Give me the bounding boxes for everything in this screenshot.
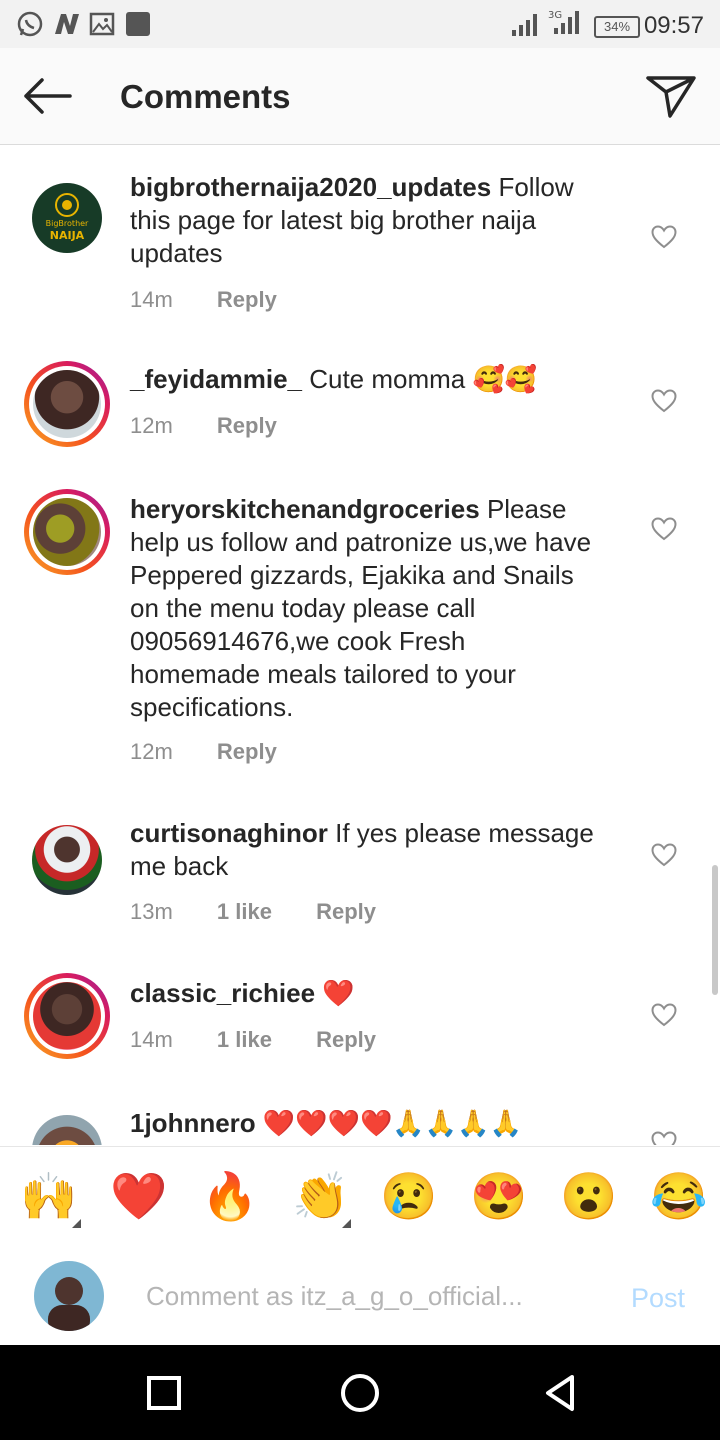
comment-meta: 12m Reply [130, 739, 315, 765]
recent-apps-icon[interactable] [146, 1375, 182, 1411]
reply-button[interactable]: Reply [316, 1027, 376, 1052]
comment-text: 1johnnero ❤️❤️❤️❤️🙏🙏🙏🙏 [130, 1107, 610, 1140]
heart-icon[interactable] [651, 1131, 677, 1145]
post-button[interactable]: Post [631, 1283, 685, 1314]
battery-indicator: 34% [594, 16, 640, 38]
emoji-red-heart[interactable]: ❤️ [110, 1169, 167, 1223]
comment-username[interactable]: 1johnnero [130, 1108, 256, 1138]
reply-button[interactable]: Reply [217, 413, 277, 438]
comment-body: ❤️❤️❤️❤️🙏🙏🙏🙏 [262, 1108, 522, 1138]
comment-meta: 14m 1 like Reply [130, 1027, 414, 1053]
emoji-surprised-face[interactable]: 😮 [560, 1169, 617, 1223]
scrollbar[interactable] [712, 865, 718, 995]
comment-time: 14m [130, 287, 173, 312]
emoji-heart-eyes[interactable]: 😍 [470, 1169, 527, 1223]
svg-text:BigBrother: BigBrother [46, 219, 89, 228]
status-time: 09:57 [643, 12, 704, 39]
comment-composer: Post [0, 1245, 720, 1345]
comment-input[interactable] [144, 1275, 568, 1317]
avatar[interactable] [24, 817, 110, 903]
reply-button[interactable]: Reply [217, 287, 277, 312]
comment-username[interactable]: bigbrothernaija2020_updates [130, 172, 491, 202]
comments-list[interactable]: BigBrother NAIJA bigbrothernaija2020_upd… [0, 145, 720, 1145]
comment-username[interactable]: heryorskitchenandgroceries [130, 494, 480, 524]
comment-text: heryorskitchenandgroceries Please help u… [130, 493, 600, 724]
avatar[interactable]: BigBrother NAIJA [24, 175, 110, 261]
skin-tone-indicator-icon [72, 1219, 81, 1228]
avatar[interactable] [24, 489, 110, 575]
comment-username[interactable]: curtisonaghinor [130, 818, 328, 848]
avatar[interactable] [24, 1107, 110, 1145]
status-bar: 3G 34% 09:57 [0, 0, 720, 48]
comment-text: bigbrothernaija2020_updates Follow this … [130, 171, 600, 270]
reply-button[interactable]: Reply [316, 899, 376, 924]
back-icon[interactable] [542, 1373, 578, 1413]
heart-icon[interactable] [651, 1003, 677, 1027]
n-app-icon [55, 14, 79, 34]
comment-time: 14m [130, 1027, 173, 1052]
signal-icon [512, 14, 537, 36]
comment-meta: 13m 1 like Reply [130, 899, 414, 925]
heart-icon[interactable] [651, 843, 677, 867]
comment-body: Please help us follow and patronize us,w… [130, 494, 592, 722]
comment-meta: 12m Reply [130, 413, 315, 439]
likes-count[interactable]: 1 like [217, 1027, 272, 1052]
svg-text:3G: 3G [548, 10, 562, 21]
comment-meta: 14m Reply [130, 287, 315, 313]
emoji-crying-face[interactable]: 😢 [380, 1169, 437, 1223]
comment-time: 13m [130, 899, 173, 924]
reply-button[interactable]: Reply [217, 739, 277, 764]
heart-icon[interactable] [651, 225, 677, 249]
my-avatar[interactable] [34, 1261, 104, 1331]
emoji-tears-of-joy[interactable]: 😂 [650, 1169, 707, 1223]
gallery-icon [89, 12, 115, 36]
home-icon[interactable] [340, 1373, 380, 1413]
comment-time: 12m [130, 739, 173, 764]
big-brother-naija-logo: BigBrother NAIJA [46, 193, 89, 242]
heart-icon[interactable] [651, 517, 677, 541]
likes-count[interactable]: 1 like [217, 899, 272, 924]
header: Comments [0, 48, 720, 145]
comment-text: _feyidammie_ Cute momma 🥰🥰 [130, 363, 600, 396]
avatar[interactable] [24, 361, 110, 447]
signal-3g-icon: 3G [548, 10, 579, 34]
comment-username[interactable]: classic_richiee [130, 978, 315, 1008]
skin-tone-indicator-icon [342, 1219, 351, 1228]
comment-text: classic_richiee ❤️ [130, 977, 600, 1010]
paper-plane-icon[interactable] [644, 72, 698, 120]
comment-time: 12m [130, 413, 173, 438]
arrow-left-icon[interactable] [20, 76, 74, 116]
emoji-quick-bar: 🙌 ❤️ 🔥 👏 😢 😍 😮 😂 [0, 1146, 720, 1246]
svg-text:NAIJA: NAIJA [50, 229, 85, 242]
page-title: Comments [120, 78, 291, 115]
emoji-fire[interactable]: 🔥 [201, 1169, 258, 1223]
emoji-clapping-hands[interactable]: 👏 [292, 1169, 349, 1223]
whatsapp-icon [17, 11, 43, 37]
comment-body: ❤️ [322, 978, 355, 1008]
app-icon [126, 12, 150, 36]
comment-username[interactable]: _feyidammie_ [130, 364, 302, 394]
navigation-bar [0, 1345, 720, 1440]
comment-text: curtisonaghinor If yes please message me… [130, 817, 600, 883]
emoji-raising-hands[interactable]: 🙌 [20, 1169, 77, 1223]
heart-icon[interactable] [651, 389, 677, 413]
avatar[interactable] [24, 973, 110, 1059]
comment-body: Cute momma 🥰🥰 [309, 364, 538, 394]
